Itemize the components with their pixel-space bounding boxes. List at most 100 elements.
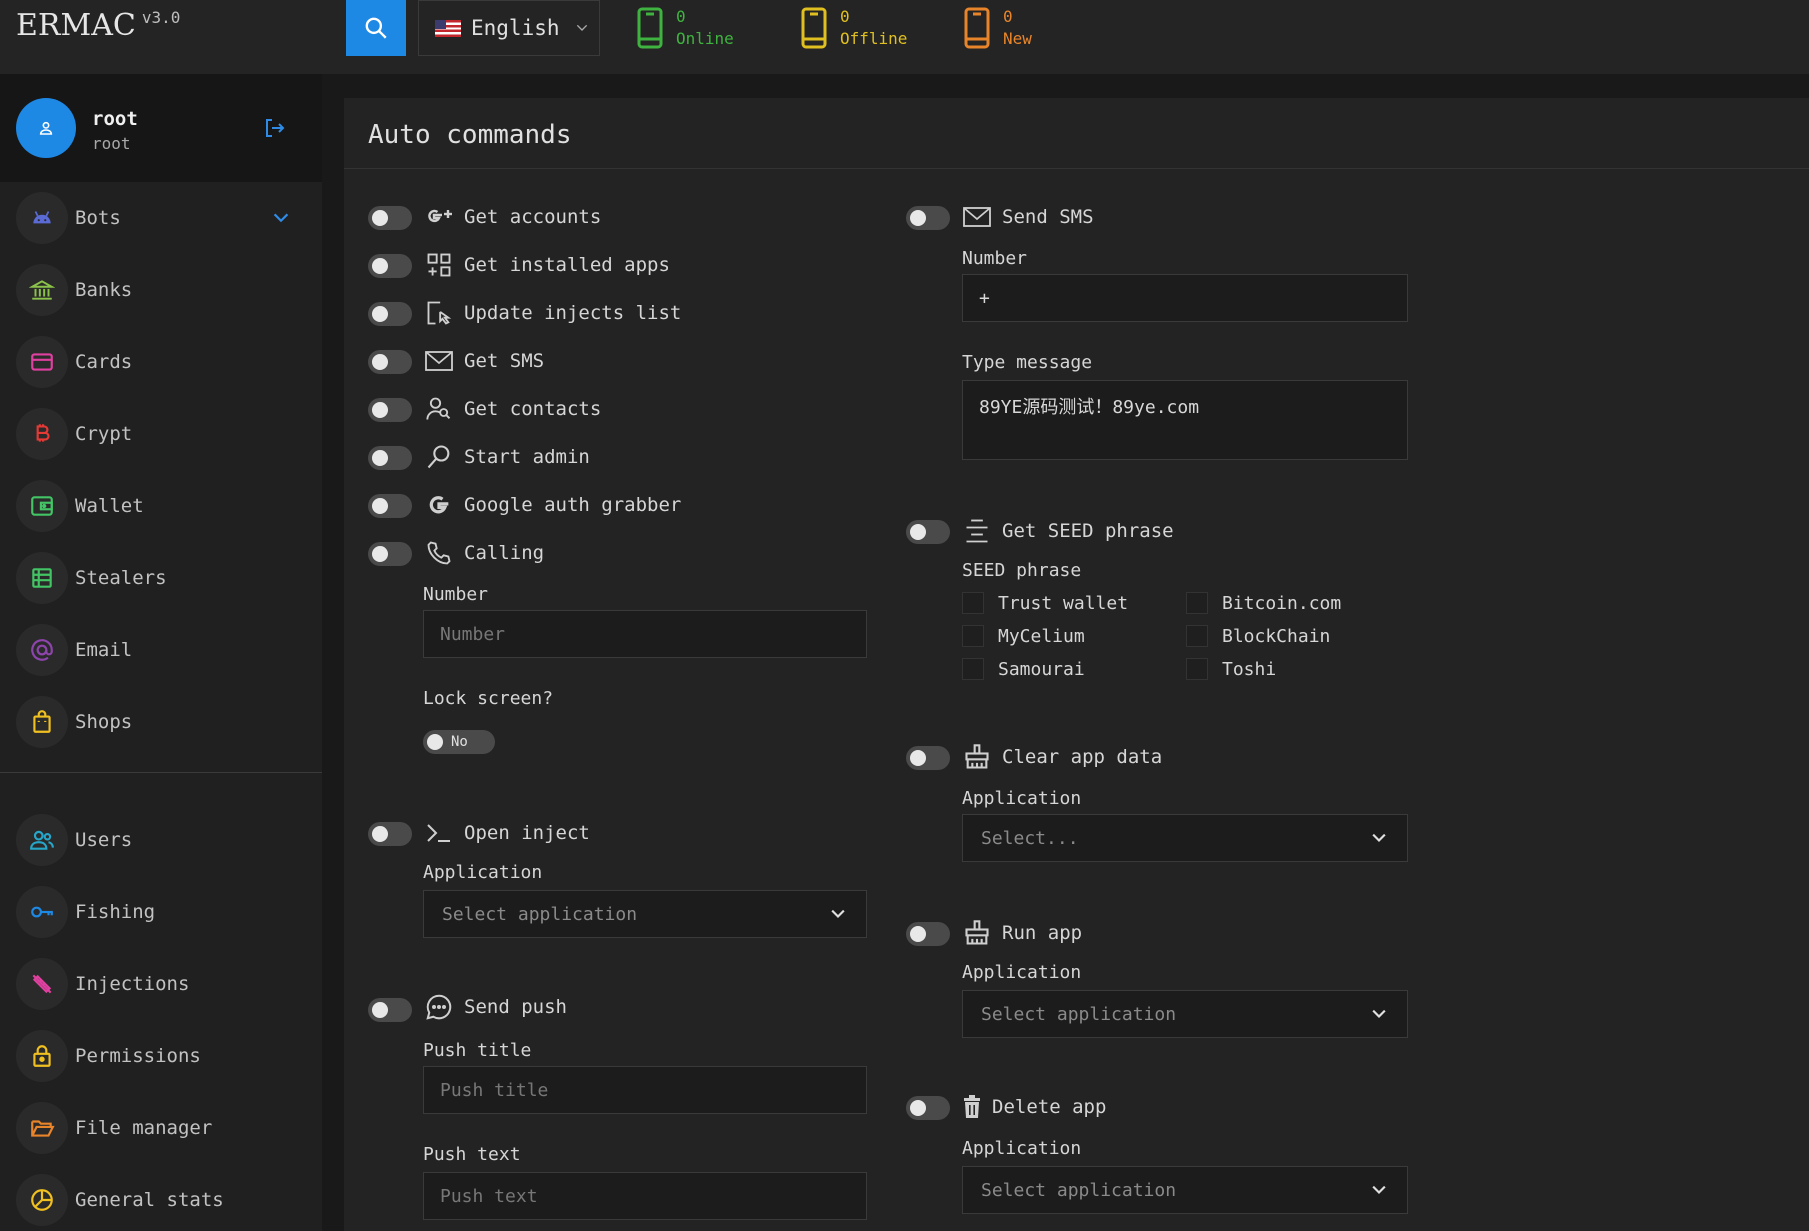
top-bar: ERMAC v3.0 English 0 Online 0 Offline 0 New: [0, 0, 1809, 74]
sms-message-textarea[interactable]: 89YE源码测试！89ye.com: [962, 380, 1408, 460]
checkbox[interactable]: [962, 592, 984, 614]
seed-option-samourai[interactable]: Samourai: [962, 658, 1085, 680]
lock-screen-toggle[interactable]: No: [423, 730, 495, 754]
open-inject-app-select[interactable]: Select application: [423, 890, 867, 938]
push-text-input[interactable]: Push text: [423, 1172, 867, 1220]
offline-count: 0: [840, 7, 850, 26]
get-installed-apps-toggle[interactable]: [368, 254, 412, 278]
sidebar-item-injections[interactable]: Injections: [0, 954, 322, 1014]
users-icon: [16, 814, 68, 866]
brand-logo[interactable]: ERMAC v3.0: [16, 8, 180, 43]
checkbox[interactable]: [962, 658, 984, 680]
command-label: Update injects list: [464, 302, 682, 324]
open-inject-toggle[interactable]: [368, 822, 412, 846]
checkbox-label: Trust wallet: [998, 592, 1129, 614]
run-app-toggle[interactable]: [906, 922, 950, 946]
checkbox-label: Samourai: [998, 658, 1085, 680]
chevron-down-icon[interactable]: [270, 207, 292, 229]
push-title-input[interactable]: Push title: [423, 1066, 867, 1114]
delete-app-label: Application: [962, 1138, 1082, 1159]
phone-device-icon: [801, 7, 827, 49]
delete-app-select[interactable]: Select application: [962, 1166, 1408, 1214]
avatar[interactable]: [16, 98, 76, 158]
sidebar-item-fishing[interactable]: Fishing: [0, 882, 322, 942]
new-stat[interactable]: 0 New: [963, 6, 1032, 50]
command-label: Get SMS: [464, 350, 545, 372]
sidebar-item-users[interactable]: Users: [0, 810, 322, 870]
seed-option-trust-wallet[interactable]: Trust wallet: [962, 592, 1128, 614]
seed-option-toshi[interactable]: Toshi: [1186, 658, 1276, 680]
sidebar-item-label: General stats: [75, 1189, 224, 1211]
send-sms-command: Send SMS: [962, 202, 1094, 232]
checkbox-label: MyCelium: [998, 625, 1085, 647]
command-label: Send SMS: [1002, 206, 1094, 228]
terminal-icon: [424, 818, 454, 848]
get-seed-phrase-toggle[interactable]: [906, 520, 950, 544]
online-label: Online: [676, 29, 734, 48]
clear-app-label: Application: [962, 788, 1082, 809]
send-sms-toggle[interactable]: [906, 206, 950, 230]
sidebar-item-banks[interactable]: Banks: [0, 260, 322, 320]
phone-icon: [424, 538, 454, 568]
sms-number-label: Number: [962, 248, 1028, 269]
sidebar-item-email[interactable]: Email: [0, 620, 322, 680]
list-icon: [16, 552, 68, 604]
sidebar-item-label: Users: [75, 829, 133, 851]
shopping-bag-icon: [16, 696, 68, 748]
get-contacts-toggle[interactable]: [368, 398, 412, 422]
lock-icon: [16, 1030, 68, 1082]
new-label: New: [1003, 29, 1032, 48]
key-icon: [16, 886, 68, 938]
chevron-down-icon: [576, 24, 587, 31]
logout-icon[interactable]: [262, 116, 286, 140]
credit-card-icon: [16, 336, 68, 388]
sidebar-item-stealers[interactable]: Stealers: [0, 548, 322, 608]
checkbox[interactable]: [1186, 625, 1208, 647]
checkbox[interactable]: [1186, 592, 1208, 614]
checkbox[interactable]: [1186, 658, 1208, 680]
seed-option-blockchain[interactable]: BlockChain: [1186, 625, 1330, 647]
delete-app-toggle[interactable]: [906, 1096, 950, 1120]
seed-option-bitcoin-com[interactable]: Bitcoin.com: [1186, 592, 1341, 614]
start-admin-toggle[interactable]: [368, 446, 412, 470]
wallet-icon: [16, 480, 68, 532]
sidebar-item-wallet[interactable]: Wallet: [0, 476, 322, 536]
sidebar-item-file-manager[interactable]: File manager: [0, 1098, 322, 1158]
sms-number-input[interactable]: +: [962, 274, 1408, 322]
sidebar-item-permissions[interactable]: Permissions: [0, 1026, 322, 1086]
new-count: 0: [1003, 7, 1013, 26]
get-sms-toggle[interactable]: [368, 350, 412, 374]
google-auth-grabber-toggle[interactable]: [368, 494, 412, 518]
sidebar-divider: [0, 772, 322, 773]
sidebar-item-label: Email: [75, 639, 133, 661]
syringe-icon: [16, 958, 68, 1010]
sidebar-item-shops[interactable]: Shops: [0, 692, 322, 752]
sidebar-item-general-stats[interactable]: General stats: [0, 1170, 322, 1230]
clear-app-data-toggle[interactable]: [906, 746, 950, 770]
send-push-toggle[interactable]: [368, 998, 412, 1022]
language-select[interactable]: English: [418, 0, 600, 56]
online-count: 0: [676, 7, 686, 26]
offline-stat[interactable]: 0 Offline: [800, 6, 907, 50]
calling-number-input[interactable]: Number: [423, 610, 867, 658]
update-injects-list-toggle[interactable]: [368, 302, 412, 326]
seed-option-mycelium[interactable]: MyCelium: [962, 625, 1085, 647]
calling-toggle[interactable]: [368, 542, 412, 566]
chevron-down-icon: [1372, 833, 1386, 843]
clear-app-select[interactable]: Select...: [962, 814, 1408, 862]
checkbox[interactable]: [962, 625, 984, 647]
google-icon: [424, 490, 454, 520]
command-label: Google auth grabber: [464, 494, 682, 516]
sidebar-item-cards[interactable]: Cards: [0, 332, 322, 392]
open-inject-app-label: Application: [423, 862, 543, 883]
sidebar-item-bots[interactable]: Bots: [0, 188, 322, 248]
select-placeholder: Select...: [981, 827, 1079, 849]
sidebar-item-crypt[interactable]: Crypt: [0, 404, 322, 464]
run-app-select[interactable]: Select application: [962, 990, 1408, 1038]
start-admin-command: Start admin: [424, 442, 590, 472]
search-button[interactable]: [346, 0, 406, 56]
toggle-knob: [427, 734, 443, 750]
get-accounts-toggle[interactable]: [368, 206, 412, 230]
online-stat[interactable]: 0 Online: [636, 6, 734, 50]
push-title-label: Push title: [423, 1040, 532, 1061]
